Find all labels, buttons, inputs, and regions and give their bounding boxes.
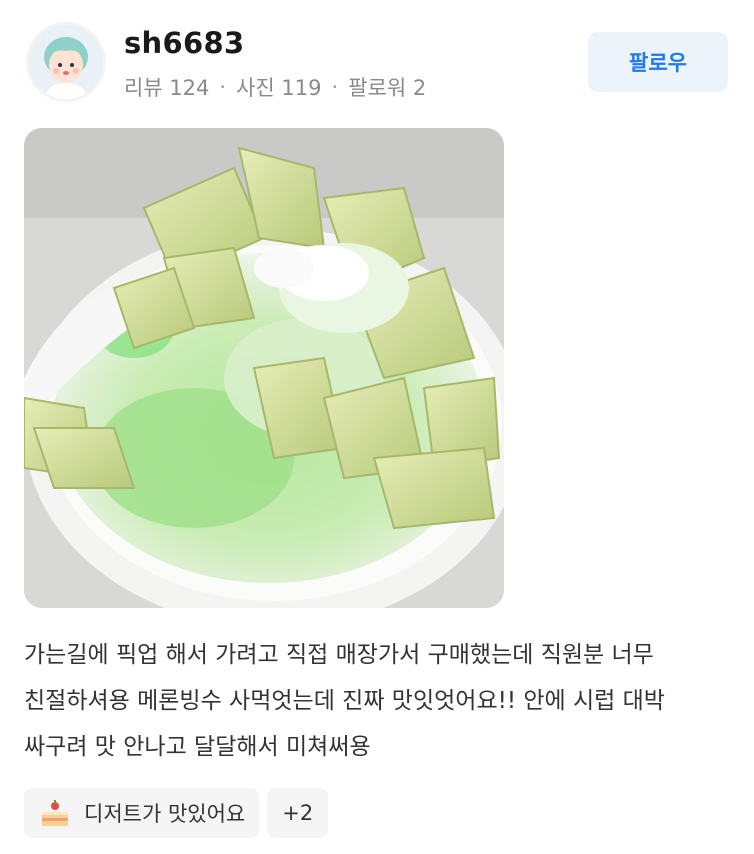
tag-dessert[interactable]: 디저트가 맛있어요 xyxy=(24,788,260,838)
melon-bingsu-photo xyxy=(24,128,504,608)
username[interactable]: sh6683 xyxy=(124,26,244,60)
follower-count: 팔로워 2 xyxy=(348,76,427,100)
user-stats: 리뷰 124 · 사진 119 · 팔로워 2 xyxy=(124,72,426,102)
cake-icon xyxy=(42,800,68,826)
avatar-illustration-icon xyxy=(29,25,103,99)
photo-count: 사진 119 xyxy=(236,76,322,100)
stats-separator: · xyxy=(331,75,339,99)
review-photo[interactable] xyxy=(24,128,504,608)
keyword-tags: 디저트가 맛있어요 +2 xyxy=(24,788,329,838)
avatar[interactable] xyxy=(26,22,106,102)
review-count: 리뷰 124 xyxy=(124,76,210,100)
more-tags-button[interactable]: +2 xyxy=(267,788,329,838)
tag-label: 디저트가 맛있어요 xyxy=(84,802,246,826)
more-tags-count: +2 xyxy=(282,801,314,825)
stats-separator: · xyxy=(219,75,227,99)
reviewer-header: sh6683 리뷰 124 · 사진 119 · 팔로워 2 팔로우 xyxy=(0,0,754,124)
follow-button[interactable]: 팔로우 xyxy=(588,32,728,92)
review-text: 가는길에 픽업 해서 가려고 직접 매장가서 구매했는데 직원분 너무 친절하셔… xyxy=(24,642,665,760)
